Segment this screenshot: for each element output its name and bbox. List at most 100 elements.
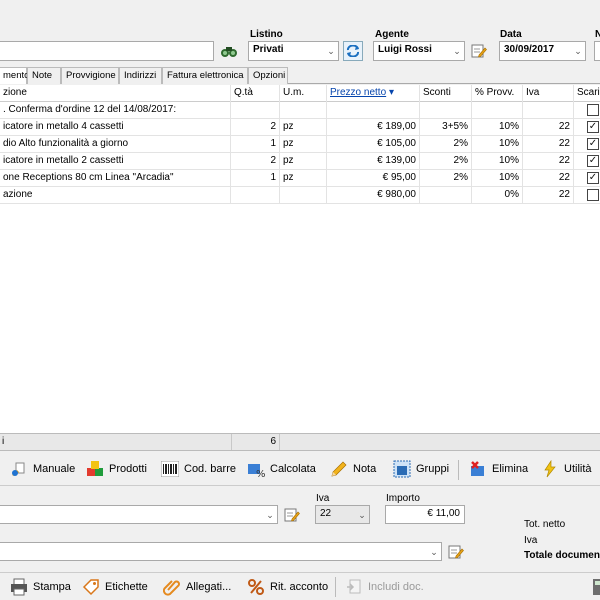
stampa-button[interactable]: Stampa [10,577,71,597]
cell-sconti[interactable] [420,102,472,119]
column-header-descrizione[interactable]: zione [0,85,231,102]
description-edit-button[interactable] [282,505,302,525]
etichette-button[interactable]: Etichette [82,577,148,597]
calcolata-button[interactable]: % Calcolata [247,459,316,479]
scarico-checkbox[interactable] [587,104,599,116]
elimina-button[interactable]: Elimina [469,459,528,479]
listino-select[interactable]: Privati ⌄ [248,41,339,61]
cell-provvigione[interactable]: 10% [472,170,523,187]
cell-prezzo-netto[interactable] [327,102,420,119]
numero-field[interactable] [594,41,600,61]
line-notes-field[interactable]: ⌄ [0,542,442,561]
cell-provvigione[interactable] [472,102,523,119]
cell-provvigione[interactable]: 10% [472,136,523,153]
rit-acconto-button[interactable]: Rit. acconto [247,577,328,597]
document-tabs: mento Note Provvigione Indirizzi Fattura… [0,65,600,84]
tab-note[interactable]: Note [27,67,61,84]
cell-prezzo-netto[interactable]: € 189,00 [327,119,420,136]
allegati-button[interactable]: Allegati... [163,577,231,597]
customer-field[interactable] [0,41,214,61]
cell-descrizione[interactable]: one Receptions 80 cm Linea "Arcadia" [0,170,231,187]
cell-provvigione[interactable]: 10% [472,119,523,136]
cell-descrizione[interactable]: icatore in metallo 4 cassetti [0,119,231,136]
cell-prezzo-netto[interactable]: € 105,00 [327,136,420,153]
data-field[interactable]: 30/09/2017 ⌄ [499,41,586,61]
tab-documento[interactable]: mento [0,67,29,84]
cell-iva[interactable]: 22 [523,170,574,187]
cell-um[interactable]: pz [280,136,327,153]
nota-button[interactable]: Nota [330,459,376,479]
prodotti-button[interactable]: Prodotti [86,459,147,479]
column-header-quantita[interactable]: Q.tà [231,85,280,102]
agente-edit-button[interactable] [469,41,489,61]
table-row[interactable]: azione € 980,00 0% 22 [0,187,600,204]
manuale-button[interactable]: Manuale [10,459,75,479]
cell-quantita[interactable] [231,187,280,204]
table-row[interactable]: dio Alto funzionalità a giorno 1 pz € 105,0… [0,136,600,153]
cell-sconti[interactable]: 2% [420,170,472,187]
utilita-button[interactable]: Utilità [541,459,592,479]
edit-note-icon [284,508,300,522]
cell-sconti[interactable]: 2% [420,153,472,170]
cell-prezzo-netto[interactable]: € 980,00 [327,187,420,204]
tab-indirizzi[interactable]: Indirizzi [119,67,162,84]
column-header-provvigione[interactable]: % Provv. [472,85,523,102]
cell-um[interactable] [280,102,327,119]
cell-iva[interactable]: 22 [523,187,574,204]
gruppi-button[interactable]: Gruppi [393,459,449,479]
scarico-checkbox[interactable] [587,189,599,201]
cell-descrizione[interactable]: . Conferma d'ordine 12 del 14/08/2017: [0,102,231,119]
notes-edit-button[interactable] [446,542,466,562]
cell-descrizione[interactable]: icatore in metallo 2 cassetti [0,153,231,170]
importo-field[interactable]: € 11,00 [385,505,465,524]
calculator-button[interactable] [590,577,600,597]
tab-provvigione[interactable]: Provvigione [61,67,119,84]
agente-select[interactable]: Luigi Rossi ⌄ [373,41,465,61]
document-lines-grid[interactable]: zione Q.tà U.m. Prezzo netto ▾ Sconti % … [0,85,600,433]
cell-iva[interactable]: 22 [523,153,574,170]
scarico-checkbox[interactable]: ✓ [587,138,599,150]
line-description-field[interactable]: ⌄ [0,505,278,524]
cell-iva[interactable]: 22 [523,119,574,136]
cell-descrizione[interactable]: azione [0,187,231,204]
cell-um[interactable] [280,187,327,204]
iva-select[interactable]: 22 ⌄ [315,505,370,524]
binoculars-search-button[interactable] [219,41,239,61]
cell-quantita[interactable] [231,102,280,119]
cell-sconti[interactable]: 2% [420,136,472,153]
column-header-iva[interactable]: Iva [523,85,574,102]
tab-fattura-elettronica[interactable]: Fattura elettronica [162,67,248,84]
column-header-scarico[interactable]: Scario [574,85,600,102]
cell-provvigione[interactable]: 10% [472,153,523,170]
cell-quantita[interactable]: 1 [231,170,280,187]
table-row[interactable]: icatore in metallo 2 cassetti 2 pz € 139,00… [0,153,600,170]
cell-quantita[interactable]: 2 [231,153,280,170]
scarico-checkbox[interactable]: ✓ [587,172,599,184]
cell-sconti[interactable]: 3+5% [420,119,472,136]
barcode-icon [161,460,179,478]
cell-um[interactable]: pz [280,153,327,170]
cell-iva[interactable] [523,102,574,119]
cell-quantita[interactable]: 2 [231,119,280,136]
cell-prezzo-netto[interactable]: € 95,00 [327,170,420,187]
includi-doc-button[interactable]: Includi doc. [345,577,424,597]
cod-barre-button[interactable]: Cod. barre [161,459,236,479]
scarico-checkbox[interactable]: ✓ [587,121,599,133]
cell-iva[interactable]: 22 [523,136,574,153]
column-header-um[interactable]: U.m. [280,85,327,102]
table-row[interactable]: . Conferma d'ordine 12 del 14/08/2017: [0,102,600,119]
cell-sconti[interactable] [420,187,472,204]
cell-provvigione[interactable]: 0% [472,187,523,204]
tab-opzioni[interactable]: Opzioni [248,67,288,84]
column-header-sconti[interactable]: Sconti [420,85,472,102]
cell-um[interactable]: pz [280,170,327,187]
cell-um[interactable]: pz [280,119,327,136]
cell-descrizione[interactable]: dio Alto funzionalità a giorno [0,136,231,153]
column-header-prezzo-netto[interactable]: Prezzo netto ▾ [327,85,420,102]
table-row[interactable]: one Receptions 80 cm Linea "Arcadia" 1 pz €… [0,170,600,187]
cell-prezzo-netto[interactable]: € 139,00 [327,153,420,170]
scarico-checkbox[interactable]: ✓ [587,155,599,167]
table-row[interactable]: icatore in metallo 4 cassetti 2 pz € 189,00… [0,119,600,136]
cell-quantita[interactable]: 1 [231,136,280,153]
refresh-listino-button[interactable] [343,41,363,61]
